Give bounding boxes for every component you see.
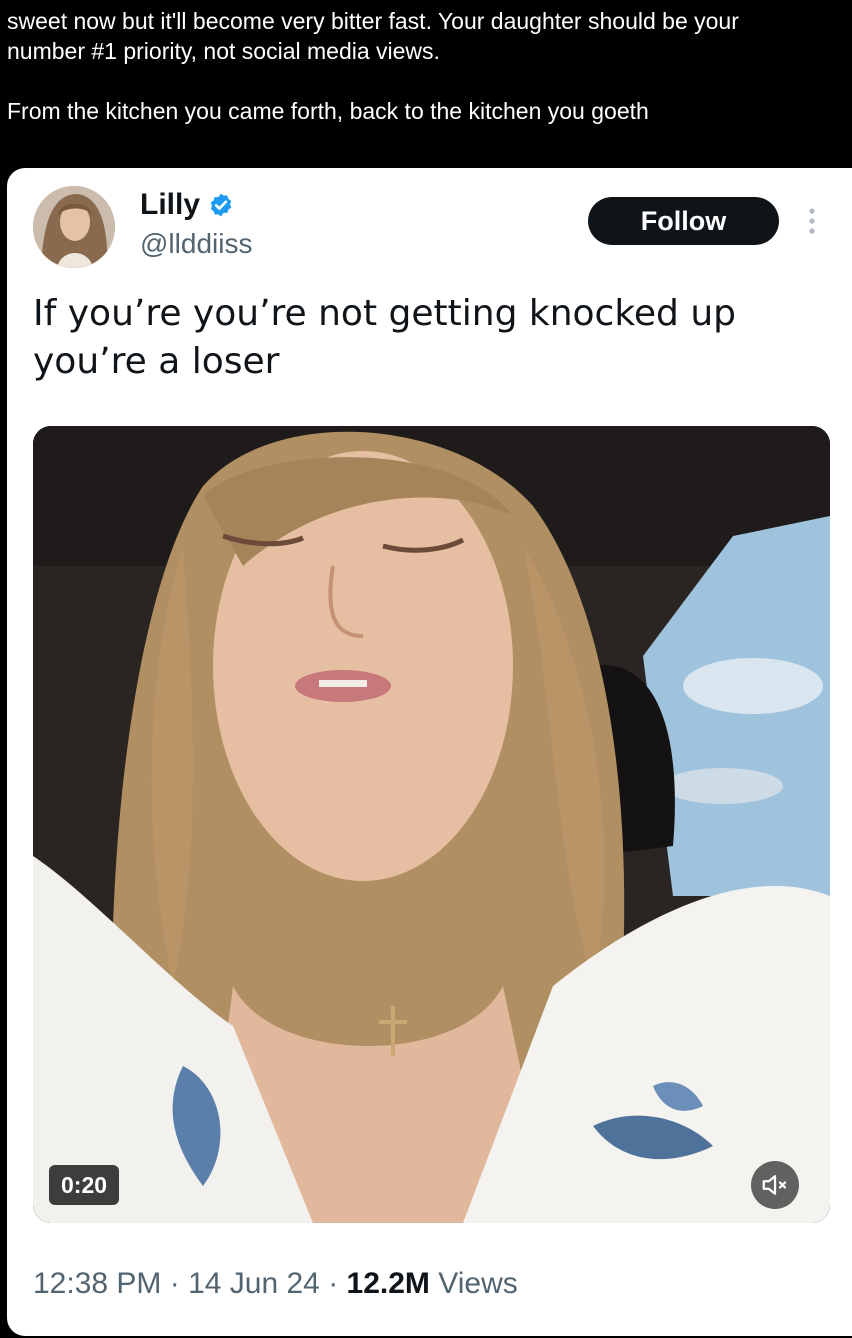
views-label: Views <box>429 1267 518 1300</box>
quote-post-text: sweet now but it'll become very bitter f… <box>7 6 852 126</box>
follow-button[interactable]: Follow <box>588 197 779 245</box>
meta-separator: · <box>161 1267 189 1300</box>
tweet-date[interactable]: 14 Jun 24 <box>188 1267 320 1300</box>
author-name[interactable]: Lilly <box>140 188 200 222</box>
mute-toggle-button[interactable] <box>751 1161 799 1209</box>
views-count[interactable]: 12.2M <box>347 1267 430 1300</box>
tweet-text: If you’re you’re not getting knocked up … <box>33 290 813 386</box>
verified-badge-icon <box>210 193 232 217</box>
tweet-text-line-1: If you’re you’re not getting knocked up <box>33 293 737 334</box>
tweet-metadata: 12:38 PM · 14 Jun 24 · 12.2M Views <box>33 1267 518 1301</box>
meta-separator: · <box>319 1267 347 1300</box>
author-handle[interactable]: @llddiiss <box>140 228 252 260</box>
video-player[interactable]: 0:20 <box>33 426 830 1223</box>
avatar[interactable] <box>33 186 115 268</box>
video-duration-badge: 0:20 <box>49 1165 120 1205</box>
quote-text-line-2: number #1 priority, not social media vie… <box>7 38 440 64</box>
author-row: Lilly <box>140 188 234 222</box>
embedded-tweet-card[interactable]: Lilly @llddiiss Follow If you’re you’re … <box>7 168 852 1336</box>
quote-text-line-1: sweet now but it'll become very bitter f… <box>7 8 739 34</box>
video-frame-image <box>33 426 830 1223</box>
tweet-text-line-2: you’re a loser <box>33 341 280 382</box>
muted-speaker-icon <box>762 1175 787 1195</box>
tweet-time[interactable]: 12:38 PM <box>33 1267 161 1300</box>
quote-text-line-3: From the kitchen you came forth, back to… <box>7 98 649 124</box>
more-options-icon[interactable] <box>804 205 820 237</box>
